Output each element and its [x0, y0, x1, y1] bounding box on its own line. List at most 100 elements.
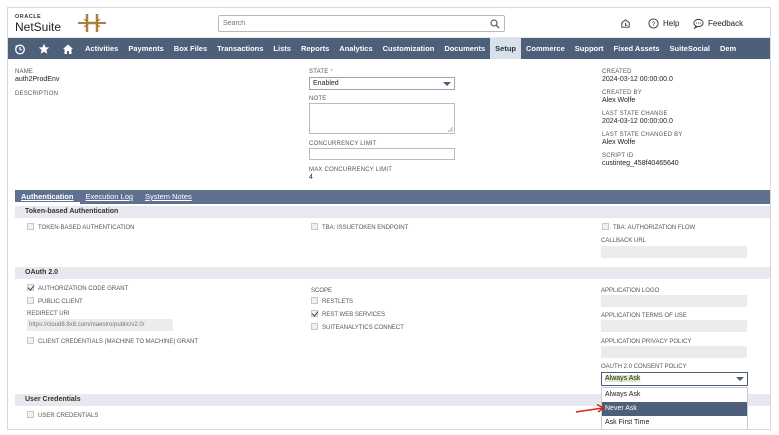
auth-code-grant-label: AUTHORIZATION CODE GRANT — [38, 286, 129, 292]
nav-item-payments[interactable]: Payments — [123, 38, 168, 59]
callback-url-input[interactable] — [601, 246, 747, 258]
help-icon: ? — [648, 17, 659, 29]
annotation-arrow-icon — [575, 403, 605, 413]
state-select-value: Enabled — [313, 80, 339, 87]
concurrency-limit-label: CONCURRENCY LIMIT — [309, 141, 377, 147]
app-logo-label: APPLICATION LOGO — [601, 288, 660, 294]
nav-item-commerce[interactable]: Commerce — [521, 38, 570, 59]
nav-item-documents[interactable]: Documents — [439, 38, 490, 59]
scope-label: SCOPE — [311, 288, 333, 294]
name-label: NAME — [15, 69, 34, 75]
company-logo-icon — [78, 14, 106, 32]
state-select[interactable]: Enabled — [309, 77, 455, 90]
required-marker: * — [330, 69, 333, 75]
auth-code-grant-checkbox[interactable] — [27, 284, 34, 291]
created-by-label: CREATED BY — [602, 90, 642, 96]
feedback-button[interactable]: Feedback — [693, 16, 743, 30]
token-based-auth-checkbox[interactable] — [27, 223, 34, 230]
concurrency-limit-input[interactable] — [309, 148, 455, 160]
client-credentials-checkbox[interactable] — [27, 337, 34, 344]
last-state-change-label: LAST STATE CHANGE — [602, 111, 668, 117]
history-icon — [15, 44, 25, 54]
note-label: NOTE — [309, 96, 327, 102]
option-always-ask[interactable]: Always Ask — [602, 388, 747, 402]
consent-policy-select[interactable]: Always Ask — [601, 372, 748, 386]
tba-auth-flow-checkbox[interactable] — [602, 223, 609, 230]
created-by-value: Alex Wolfe — [602, 97, 636, 104]
resize-handle-icon[interactable] — [448, 127, 453, 132]
tba-issuetoken-label: TBA: ISSUETOKEN ENDPOINT — [322, 225, 409, 231]
nav-item-lists[interactable]: Lists — [268, 38, 296, 59]
client-credentials-label: CLIENT CREDENTIALS (MACHINE TO MACHINE) … — [38, 339, 199, 345]
app-logo-input[interactable] — [601, 295, 747, 307]
suiteanalytics-label: SUITEANALYTICS CONNECT — [322, 325, 404, 331]
description-label: DESCRIPTION — [15, 91, 59, 97]
search-input[interactable] — [219, 16, 479, 31]
feedback-label: Feedback — [708, 18, 744, 28]
note-textarea[interactable] — [309, 103, 455, 134]
public-client-label: PUBLIC CLIENT — [38, 299, 83, 305]
script-id-label: SCRIPT ID — [602, 153, 634, 159]
nav-item-suitesocial[interactable]: SuiteSocial — [665, 38, 715, 59]
tab-execution-log[interactable]: Execution Log — [80, 190, 140, 204]
created-value: 2024-03-12 00:00:00.0 — [602, 76, 673, 83]
tab-authentication[interactable]: Authentication — [15, 190, 80, 204]
last-state-change-value: 2024-03-12 00:00:00.0 — [602, 118, 673, 125]
help-label: Help — [663, 18, 680, 28]
nav-item-customization[interactable]: Customization — [378, 38, 440, 59]
max-concurrency-label: MAX CONCURRENCY LIMIT — [309, 167, 393, 173]
option-ask-first-time[interactable]: Ask First Time — [602, 416, 747, 429]
rest-web-services-label: REST WEB SERVICES — [322, 312, 386, 318]
recent-records-icon — [621, 18, 630, 28]
tab-system-notes[interactable]: System Notes — [139, 190, 198, 204]
help-button[interactable]: ? Help — [648, 16, 679, 30]
callback-url-label: CALLBACK URL — [601, 238, 647, 244]
token-based-auth-label: TOKEN-BASED AUTHENTICATION — [38, 225, 135, 231]
home-icon — [63, 44, 73, 54]
option-never-ask[interactable]: Never Ask — [602, 402, 747, 416]
main-nav: Activities Payments Box Files Transactio… — [8, 38, 770, 59]
recent-records-button[interactable] — [620, 16, 631, 30]
nav-item-dem[interactable]: Dem — [715, 38, 741, 59]
nav-item-support[interactable]: Support — [570, 38, 609, 59]
nav-favorites[interactable] — [32, 38, 56, 59]
name-value: auth2ProdEnv — [15, 76, 60, 83]
redirect-uri-input[interactable]: https://cloud8.8x8.com/maestro/public/v2… — [27, 319, 173, 331]
suiteanalytics-checkbox[interactable] — [311, 323, 318, 330]
rest-web-services-checkbox[interactable] — [311, 310, 318, 317]
public-client-checkbox[interactable] — [27, 297, 34, 304]
restlets-label: RESTLETS — [322, 299, 354, 305]
nav-item-box-files[interactable]: Box Files — [169, 38, 212, 59]
netsuite-logo-text[interactable]: NetSuite — [15, 20, 61, 34]
restlets-checkbox[interactable] — [311, 297, 318, 304]
feedback-icon — [693, 18, 704, 29]
svg-text:?: ? — [652, 20, 656, 27]
token-based-auth-section-header: Token-based Authentication — [15, 206, 770, 218]
consent-policy-value: Always Ask — [605, 375, 641, 382]
nav-item-fixed-assets[interactable]: Fixed Assets — [609, 38, 665, 59]
nav-item-analytics[interactable]: Analytics — [334, 38, 377, 59]
nav-item-activities[interactable]: Activities — [80, 38, 123, 59]
app-window: ORACLE NetSuite ? Help — [7, 7, 771, 430]
user-credentials-label: USER CREDENTIALS — [38, 413, 99, 419]
global-search[interactable] — [218, 15, 505, 32]
tba-issuetoken-checkbox[interactable] — [311, 223, 318, 230]
app-terms-input[interactable] — [601, 320, 747, 332]
nav-item-reports[interactable]: Reports — [296, 38, 334, 59]
nav-item-transactions[interactable]: Transactions — [212, 38, 268, 59]
chevron-down-icon — [443, 82, 451, 86]
consent-policy-label: OAUTH 2.0 CONSENT POLICY — [601, 364, 687, 370]
state-label: STATE * — [309, 69, 333, 75]
app-terms-label: APPLICATION TERMS OF USE — [601, 313, 687, 319]
consent-policy-dropdown-list: Always Ask Never Ask Ask First Time — [601, 387, 748, 429]
top-header: ORACLE NetSuite ? Help — [8, 8, 770, 38]
app-privacy-input[interactable] — [601, 346, 747, 358]
nav-item-setup[interactable]: Setup — [490, 38, 521, 59]
chevron-down-icon — [736, 377, 744, 381]
last-state-changed-by-value: Alex Wolfe — [602, 139, 636, 146]
script-id-value: custinteg_458f40465640 — [602, 160, 679, 167]
nav-home[interactable] — [56, 38, 80, 59]
search-icon[interactable] — [490, 19, 500, 29]
user-credentials-checkbox[interactable] — [27, 411, 34, 418]
nav-recent[interactable] — [8, 38, 32, 59]
